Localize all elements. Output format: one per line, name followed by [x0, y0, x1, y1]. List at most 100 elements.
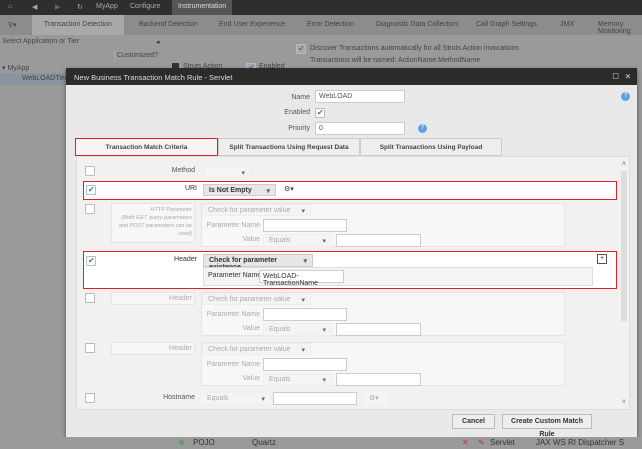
row-name: Quartz	[252, 438, 277, 447]
priority-help-icon[interactable]: ?	[418, 124, 427, 133]
priority-label: Priority	[288, 125, 310, 132]
enabled-checkbox[interactable]	[315, 108, 325, 118]
home-icon[interactable]: ⌂	[8, 3, 12, 10]
header3-panel: Check for parameter value Parameter Name…	[201, 342, 565, 386]
forward-icon[interactable]: ▶	[55, 3, 60, 11]
cancel-button[interactable]: Cancel	[452, 414, 495, 429]
maximize-icon[interactable]: ☐	[612, 72, 619, 81]
header3-checkbox[interactable]	[85, 343, 95, 353]
name-label: Name	[291, 94, 310, 101]
tab-call-graph[interactable]: Call Graph Settings	[476, 21, 537, 28]
http-param-op-select[interactable]: Check for parameter value	[202, 204, 311, 216]
header2-op-select[interactable]: Check for parameter value	[202, 293, 311, 305]
row-name-2: JAX WS RI Dispatcher S	[536, 438, 625, 447]
breadcrumb-myapp[interactable]: MyApp	[96, 3, 118, 10]
http-param-value-op[interactable]: Equals	[263, 234, 332, 247]
scroll-down-icon[interactable]: ˅	[622, 399, 626, 406]
http-param-name-label: Parameter Name	[206, 222, 260, 229]
tab-jmx[interactable]: JMX	[560, 21, 574, 28]
add-icon[interactable]: +	[597, 254, 607, 264]
hostname-label: Hostname	[163, 394, 195, 401]
tab-split-payload[interactable]: Split Transactions Using Payload	[360, 138, 502, 156]
row-type-2: Servlet	[490, 438, 515, 447]
header2-label: Header	[111, 292, 195, 305]
match-rule-dialog: New Business Transaction Match Rule - Se…	[66, 68, 637, 438]
dialog-title-bar: New Business Transaction Match Rule - Se…	[66, 68, 637, 85]
naming-text: Transactions will be named: ActionName.M…	[310, 57, 481, 64]
top-nav-bar: ⌂ ◀ ▶ ↻ MyApp Configure Instrumentation	[0, 0, 642, 15]
uri-label: URI	[184, 185, 197, 192]
header2-value-label: Value	[242, 325, 260, 332]
hostname-op-select[interactable]: Equals	[201, 392, 271, 405]
tree-label: MyApp	[7, 65, 30, 72]
tab-memory-monitoring[interactable]: Memory Monitoring	[598, 21, 642, 35]
priority-input[interactable]: 0	[315, 122, 405, 135]
row-type: POJO	[193, 438, 215, 447]
back-icon[interactable]: ◀	[32, 3, 37, 11]
tab-end-user-experience[interactable]: End User Experience	[219, 21, 285, 28]
tree-tier[interactable]: WebLOADTier	[0, 73, 66, 85]
config-tabs: ⚲▾ Transaction Detection Backend Detecti…	[0, 15, 642, 35]
method-label: Method	[171, 167, 195, 174]
discover-checkbox[interactable]	[296, 44, 306, 54]
header-label: Header	[174, 256, 197, 263]
close-icon[interactable]: ✕	[625, 72, 631, 81]
http-param-label-box: HTTP Parameter (Both GET query parameters…	[111, 203, 195, 243]
tab-error-detection[interactable]: Error Detection	[307, 21, 354, 28]
header2-checkbox[interactable]	[85, 293, 95, 303]
header-op-select[interactable]: Check for parameter existence	[203, 254, 313, 271]
header2-param-label: Parameter Name	[206, 311, 260, 318]
tab-diagnostic-data[interactable]: Diagnostic Data Collectors	[376, 21, 458, 28]
method-checkbox[interactable]	[85, 166, 95, 176]
delete-icon[interactable]: ✕	[462, 438, 469, 447]
header3-param-label: Parameter Name	[206, 361, 260, 368]
header-param-panel: Parameter Name WebLOAD-TransactionName	[203, 267, 593, 287]
hostname-gear-icon[interactable]: ⚙▾	[363, 391, 389, 405]
tab-match-criteria[interactable]: Transaction Match Criteria	[75, 138, 218, 156]
tab-split-request[interactable]: Split Transactions Using Request Data	[218, 138, 360, 156]
header3-label: Header	[111, 342, 195, 355]
customized-column: Customized?	[114, 50, 164, 62]
uri-checkbox[interactable]	[86, 185, 96, 195]
create-rule-button[interactable]: Create Custom Match Rule	[502, 414, 592, 438]
name-input[interactable]: WebLOAD	[315, 90, 405, 103]
enabled-label: Enabled	[284, 109, 310, 116]
tab-backend-detection[interactable]: Backend Detection	[139, 21, 198, 28]
collapse-icon[interactable]: ◂	[156, 38, 160, 46]
http-param-panel: Check for parameter value Parameter Name…	[201, 203, 565, 247]
help-icon[interactable]: ?	[621, 92, 630, 101]
tool-icon[interactable]: ⚲▾	[8, 21, 17, 29]
header3-value-input[interactable]	[336, 373, 421, 386]
refresh-icon[interactable]: ↻	[77, 3, 83, 11]
breadcrumb-current: Instrumentation	[172, 0, 233, 15]
method-select[interactable]	[204, 166, 251, 178]
scroll-up-icon[interactable]: ˄	[622, 161, 626, 168]
http-param-value-input[interactable]	[336, 234, 421, 247]
discover-label: Discover Transactions automatically for …	[310, 45, 519, 52]
gear-icon[interactable]: ⚙▾	[284, 185, 294, 193]
http-param-note: (Both GET query parameters and POST para…	[118, 215, 192, 237]
header-param-input[interactable]: WebLOAD-TransactionName	[259, 270, 344, 287]
breadcrumb-configure[interactable]: Configure	[130, 3, 160, 10]
header3-value-op[interactable]: Equals	[263, 373, 332, 386]
hostname-checkbox[interactable]	[85, 393, 95, 403]
scrollbar[interactable]	[621, 171, 627, 321]
pojo-icon: ⊕	[178, 438, 185, 447]
http-param-checkbox[interactable]	[85, 204, 95, 214]
hostname-input[interactable]	[273, 392, 357, 405]
tree-myapp[interactable]: ▾ MyApp	[2, 64, 29, 72]
header-checkbox[interactable]	[86, 256, 96, 266]
sidebar-header: Select Application or Tier	[2, 38, 80, 45]
header3-param-input[interactable]	[263, 358, 347, 371]
tab-transaction-detection[interactable]: Transaction Detection	[32, 15, 124, 35]
http-param-name-input[interactable]	[263, 219, 347, 232]
header2-value-op[interactable]: Equals	[263, 323, 332, 336]
header2-param-input[interactable]	[263, 308, 347, 321]
header-row: Header Check for parameter existence Par…	[83, 251, 617, 289]
header2-value-input[interactable]	[336, 323, 421, 336]
header3-op-select[interactable]: Check for parameter value	[202, 343, 311, 355]
uri-operator-select[interactable]: Is Not Empty	[203, 184, 276, 196]
servlet-icon: ✎	[478, 438, 485, 447]
header3-value-label: Value	[242, 375, 260, 382]
header-param-label: Parameter Name	[208, 272, 262, 279]
